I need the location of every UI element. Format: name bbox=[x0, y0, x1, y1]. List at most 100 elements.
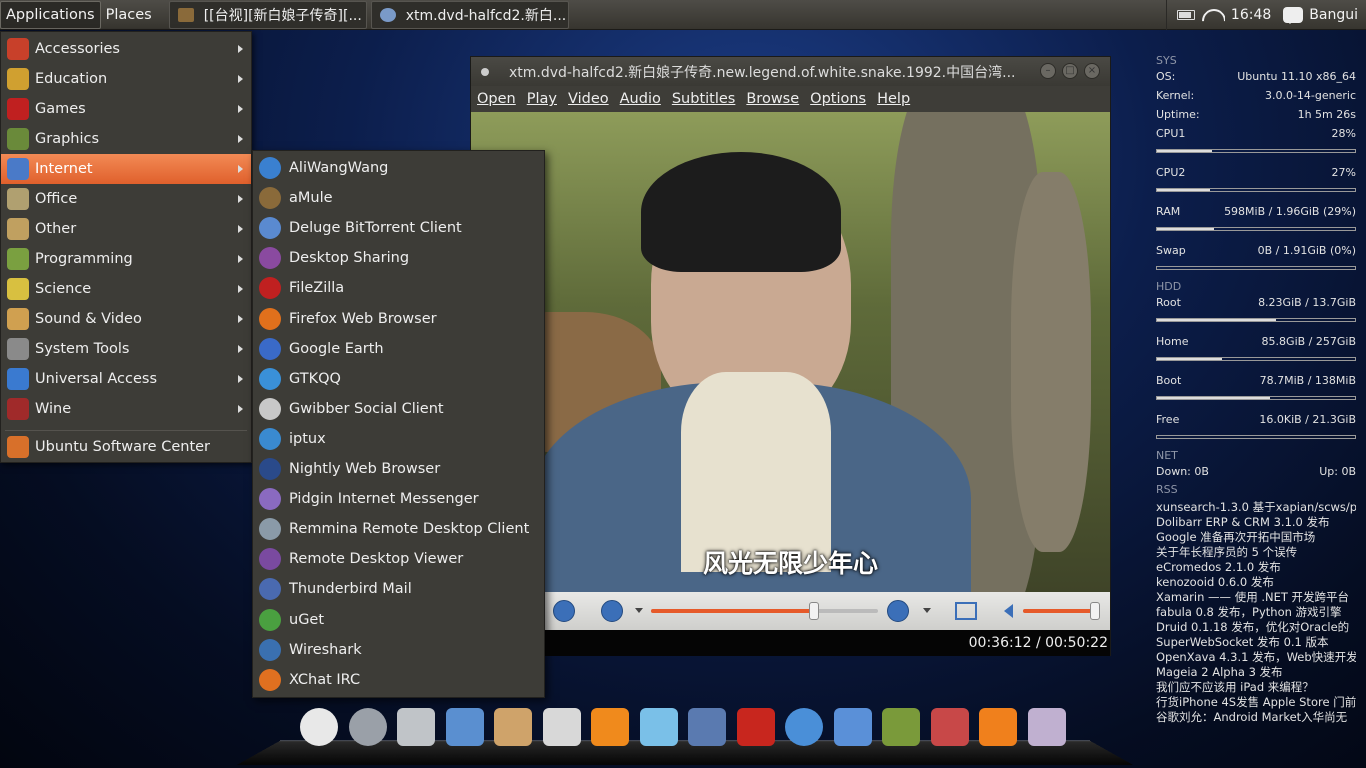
tv-icon[interactable] bbox=[542, 708, 581, 746]
menu-browse[interactable]: Browse bbox=[746, 91, 799, 107]
rss-item[interactable]: Google 准备再次开拓中国市场 bbox=[1156, 530, 1356, 545]
time-machine-icon[interactable] bbox=[348, 708, 387, 746]
rss-item[interactable]: Dolibarr ERP & CRM 3.1.0 发布 bbox=[1156, 515, 1356, 530]
internet-item-pidgin-internet-messenger[interactable]: Pidgin Internet Messenger bbox=[253, 484, 544, 514]
menu-item-graphics[interactable]: Graphics bbox=[1, 124, 251, 154]
rss-item[interactable]: kenozooid 0.6.0 发布 bbox=[1156, 575, 1356, 590]
clock[interactable]: 16:48 bbox=[1231, 7, 1271, 23]
trash-icon[interactable] bbox=[397, 708, 435, 746]
places-menu-button[interactable]: Places bbox=[101, 0, 157, 30]
internet-item-remote-desktop-viewer[interactable]: Remote Desktop Viewer bbox=[253, 544, 544, 574]
applications-menu-button[interactable]: Applications bbox=[0, 0, 101, 29]
itunes-icon[interactable] bbox=[639, 708, 678, 746]
vlc-icon[interactable] bbox=[591, 708, 629, 746]
rss-item[interactable]: SuperWebSocket 发布 0.1 版本 bbox=[1156, 635, 1356, 650]
internet-item-gwibber-social-client[interactable]: Gwibber Social Client bbox=[253, 394, 544, 424]
battery-icon[interactable] bbox=[1176, 10, 1195, 20]
taskbar-item-file-manager[interactable]: [[台视][新白娘子传奇][... bbox=[168, 0, 367, 29]
menu-options[interactable]: Options bbox=[810, 91, 866, 107]
internet-item-gtkqq[interactable]: GTKQQ bbox=[253, 364, 544, 394]
messaging-icon[interactable] bbox=[1283, 7, 1304, 24]
home-label: Home bbox=[1156, 335, 1189, 348]
internet-item-google-earth[interactable]: Google Earth bbox=[253, 334, 544, 364]
preview-icon[interactable] bbox=[688, 708, 726, 746]
gimp-icon[interactable] bbox=[494, 708, 532, 746]
wifi-icon[interactable] bbox=[1201, 8, 1225, 22]
internet-item-deluge-bittorrent-client[interactable]: Deluge BitTorrent Client bbox=[253, 213, 544, 243]
screenshot-icon[interactable] bbox=[1027, 708, 1066, 746]
volume-icon[interactable] bbox=[997, 604, 1013, 618]
rewind-dropdown-icon[interactable] bbox=[635, 608, 643, 617]
rss-item[interactable]: Druid 0.1.18 发布，优化对Oracle的 bbox=[1156, 620, 1356, 635]
menu-item-universal-access[interactable]: Universal Access bbox=[1, 364, 251, 394]
rss-item[interactable]: 行货iPhone 4S发售 Apple Store 门前 bbox=[1156, 695, 1356, 710]
rss-list: xunsearch-1.3.0 基于xapian/scws/ph Dolibarr… bbox=[1156, 500, 1356, 725]
maximize-button[interactable]: □ bbox=[1062, 63, 1078, 79]
rss-item[interactable]: OpenXava 4.3.1 发布，Web快速开发 bbox=[1156, 650, 1356, 665]
menu-item-sound-video[interactable]: Sound & Video bbox=[1, 304, 251, 334]
games-icon bbox=[7, 98, 29, 120]
rss-item[interactable]: 我们应不应该用 iPad 来编程？ bbox=[1156, 680, 1356, 695]
minimize-button[interactable]: – bbox=[1040, 63, 1056, 79]
books-icon[interactable] bbox=[882, 708, 920, 746]
rss-item[interactable]: 关于年长程序员的 5 个误传 bbox=[1156, 545, 1356, 560]
player-titlebar[interactable]: xtm.dvd-halfcd2.新白娘子传奇.new.legend.of.whi… bbox=[471, 57, 1110, 86]
menu-item-other[interactable]: Other bbox=[1, 214, 251, 244]
menu-play[interactable]: Play bbox=[527, 91, 557, 107]
menu-item-games[interactable]: Games bbox=[1, 94, 251, 124]
internet-item-firefox-web-browser[interactable]: Firefox Web Browser bbox=[253, 304, 544, 334]
chat-icon[interactable] bbox=[833, 708, 872, 746]
window-menu-icon[interactable] bbox=[481, 67, 489, 76]
rewind-button[interactable] bbox=[601, 600, 623, 622]
rss-item[interactable]: 谷歌刘允：Android Market入华尚无 bbox=[1156, 710, 1356, 725]
menu-item-system-tools[interactable]: System Tools bbox=[1, 334, 251, 364]
fullscreen-icon[interactable] bbox=[955, 602, 977, 620]
seek-handle[interactable] bbox=[809, 602, 820, 620]
internet-item-remmina-remote-desktop-client[interactable]: Remmina Remote Desktop Client bbox=[253, 514, 544, 544]
rss-icon[interactable] bbox=[979, 708, 1017, 746]
video-frame[interactable]: 风光无限少年心 bbox=[471, 112, 1110, 592]
stop-button[interactable] bbox=[553, 600, 575, 622]
user-name[interactable]: Bangui bbox=[1309, 7, 1358, 23]
internet-item-filezilla[interactable]: FileZilla bbox=[253, 273, 544, 303]
close-button[interactable]: × bbox=[1084, 63, 1100, 79]
volume-handle[interactable] bbox=[1090, 602, 1101, 620]
menu-subtitles[interactable]: Subtitles bbox=[672, 91, 736, 107]
menu-item-ubuntu-software-center[interactable]: Ubuntu Software Center bbox=[1, 432, 251, 462]
menu-item-education[interactable]: Education bbox=[1, 64, 251, 94]
menu-help[interactable]: Help bbox=[877, 91, 910, 107]
rss-item[interactable]: Mageia 2 Alpha 3 发布 bbox=[1156, 665, 1356, 680]
rss-item[interactable]: eCromedos 2.1.0 发布 bbox=[1156, 560, 1356, 575]
menu-item-internet[interactable]: Internet bbox=[1, 154, 251, 184]
menu-item-office[interactable]: Office bbox=[1, 184, 251, 214]
finder-icon[interactable] bbox=[445, 708, 484, 746]
internet-item-desktop-sharing[interactable]: Desktop Sharing bbox=[253, 243, 544, 273]
filezilla-icon[interactable] bbox=[736, 708, 775, 746]
internet-item-amule[interactable]: aMule bbox=[253, 183, 544, 213]
menu-item-label: Ubuntu Software Center bbox=[35, 439, 211, 455]
internet-item-nightly-web-browser[interactable]: Nightly Web Browser bbox=[253, 454, 544, 484]
remote-desktop-viewer-icon bbox=[259, 548, 281, 571]
rss-item[interactable]: fabula 0.8 发布，Python 游戏引擎 bbox=[1156, 605, 1356, 620]
menu-item-wine[interactable]: Wine bbox=[1, 394, 251, 424]
menu-item-programming[interactable]: Programming bbox=[1, 244, 251, 274]
ubuntu-icon[interactable] bbox=[300, 708, 338, 746]
photo-booth-icon[interactable] bbox=[930, 708, 969, 746]
rss-item[interactable]: Xamarin —— 使用 .NET 开发跨平台 bbox=[1156, 590, 1356, 605]
menu-item-science[interactable]: Science bbox=[1, 274, 251, 304]
internet-item-iptux[interactable]: iptux bbox=[253, 424, 544, 454]
forward-dropdown-icon[interactable] bbox=[923, 608, 931, 617]
forward-button[interactable] bbox=[887, 600, 909, 622]
internet-item-xchat-irc[interactable]: XChat IRC bbox=[253, 665, 544, 695]
internet-item-aliwangwang[interactable]: AliWangWang bbox=[253, 153, 544, 183]
menu-video[interactable]: Video bbox=[568, 91, 609, 107]
safari-icon[interactable] bbox=[785, 708, 823, 746]
internet-item-wireshark[interactable]: Wireshark bbox=[253, 635, 544, 665]
menu-open[interactable]: Open bbox=[477, 91, 516, 107]
menu-audio[interactable]: Audio bbox=[620, 91, 661, 107]
taskbar-item-video-player[interactable]: xtm.dvd-halfcd2.新白... bbox=[370, 0, 569, 29]
menu-item-accessories[interactable]: Accessories bbox=[1, 34, 251, 64]
internet-item-uget[interactable]: uGet bbox=[253, 605, 544, 635]
rss-item[interactable]: xunsearch-1.3.0 基于xapian/scws/ph bbox=[1156, 500, 1356, 515]
internet-item-thunderbird-mail[interactable]: Thunderbird Mail bbox=[253, 574, 544, 604]
